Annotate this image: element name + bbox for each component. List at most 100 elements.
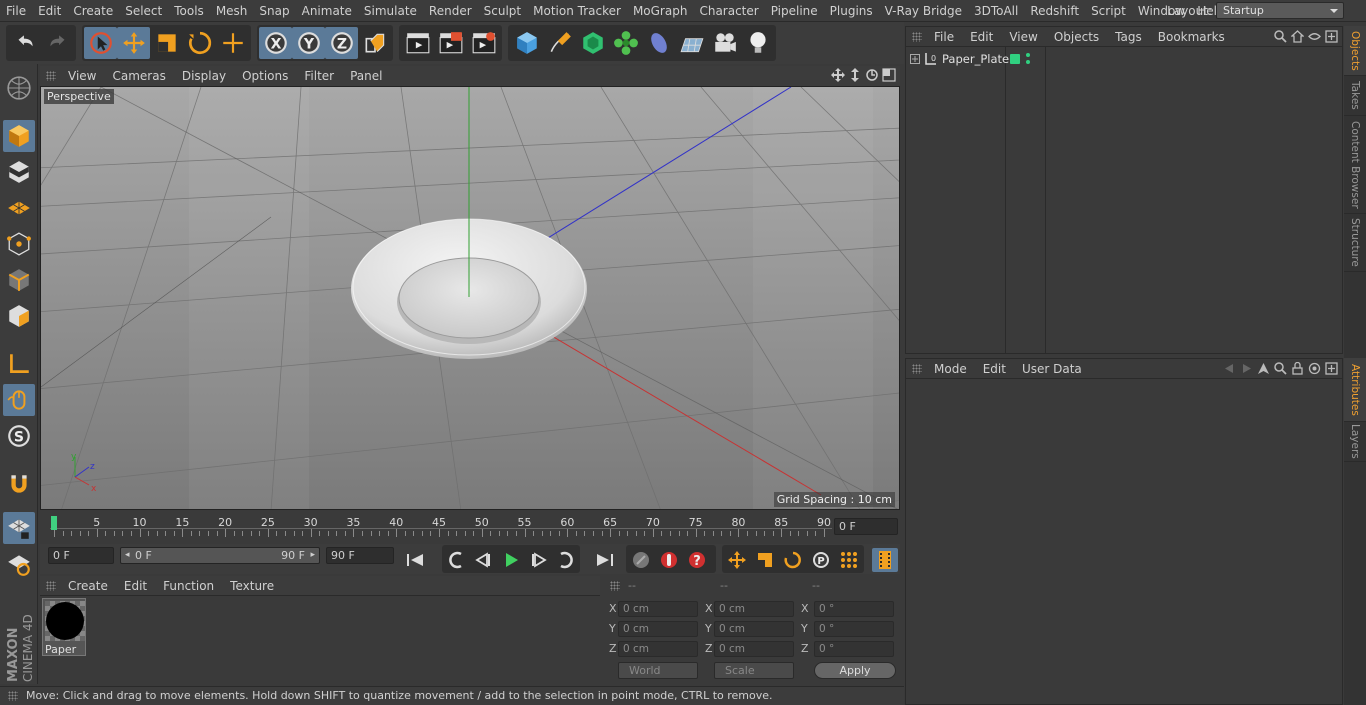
y-axis-button[interactable]: Y: [292, 27, 325, 59]
move-tool-button[interactable]: [117, 27, 150, 59]
editor-visibility-dot[interactable]: [1026, 53, 1030, 57]
object-grip[interactable]: [912, 32, 922, 42]
back-icon[interactable]: [1308, 30, 1321, 43]
floor-button[interactable]: [675, 27, 708, 59]
size-y-field[interactable]: 0 cm: [714, 621, 794, 637]
pen-button[interactable]: [543, 27, 576, 59]
menu-animate[interactable]: Animate: [296, 4, 358, 18]
scale-tool-button[interactable]: [150, 27, 183, 59]
x-axis-button[interactable]: X: [259, 27, 292, 59]
size-x-field[interactable]: 0 cm: [714, 601, 794, 617]
viewport-menu-options[interactable]: Options: [234, 69, 296, 83]
material-menu-function[interactable]: Function: [155, 579, 222, 593]
object-menu-file[interactable]: File: [926, 30, 962, 44]
key-position-button[interactable]: [724, 548, 750, 572]
viewport-menu-view[interactable]: View: [60, 69, 104, 83]
undo-button[interactable]: [8, 27, 41, 59]
menu-create[interactable]: Create: [67, 4, 119, 18]
viewport-menu-panel[interactable]: Panel: [342, 69, 390, 83]
menu-tools[interactable]: Tools: [168, 4, 210, 18]
viewport-camera-label[interactable]: Perspective: [44, 89, 114, 104]
object-menu-tags[interactable]: Tags: [1107, 30, 1150, 44]
zoom-icon[interactable]: [848, 68, 862, 82]
make-editable-button[interactable]: [3, 72, 35, 104]
menu-plugins[interactable]: Plugins: [824, 4, 879, 18]
timeline-ruler[interactable]: 051015202530354045505560657075808590 0 F: [40, 512, 900, 544]
history-arrows-icon[interactable]: [1223, 362, 1253, 375]
new-window-icon[interactable]: [1325, 362, 1338, 375]
coordinates-grip[interactable]: [610, 581, 620, 591]
menu-snap[interactable]: Snap: [253, 4, 295, 18]
axis-mode-button[interactable]: [3, 348, 35, 380]
menu-edit[interactable]: Edit: [32, 4, 67, 18]
search-icon[interactable]: [1274, 362, 1287, 375]
goto-start-button[interactable]: [402, 548, 428, 572]
key-scale-button[interactable]: [752, 548, 778, 572]
new-window-icon[interactable]: [1325, 30, 1338, 43]
previous-key-button[interactable]: [442, 548, 468, 572]
play-forward-button[interactable]: [498, 548, 524, 572]
workplane-lock-button[interactable]: [3, 512, 35, 544]
material-menu-texture[interactable]: Texture: [222, 579, 282, 593]
menu-character[interactable]: Character: [693, 4, 764, 18]
layout-select[interactable]: Startup: [1216, 2, 1344, 19]
key-rotation-button[interactable]: [780, 548, 806, 572]
material-menu-create[interactable]: Create: [60, 579, 116, 593]
start-frame-field[interactable]: 0 F: [48, 547, 114, 564]
render-visibility-dot[interactable]: [1026, 60, 1030, 64]
last-tool-button[interactable]: [216, 27, 249, 59]
orbit-icon[interactable]: [865, 68, 879, 82]
timeline-track[interactable]: 051015202530354045505560657075808590: [50, 516, 832, 540]
rotate-tool-button[interactable]: [183, 27, 216, 59]
render-view-button[interactable]: [401, 27, 434, 59]
maximize-view-icon[interactable]: [882, 68, 896, 82]
texture-mode-button[interactable]: [3, 156, 35, 188]
key-pla-button[interactable]: [836, 548, 862, 572]
playhead-marker[interactable]: [51, 516, 57, 530]
menu-mograph[interactable]: MoGraph: [627, 4, 694, 18]
subdivision-button[interactable]: [576, 27, 609, 59]
redo-button[interactable]: [41, 27, 74, 59]
previous-frame-button[interactable]: [470, 548, 496, 572]
menu-motion-tracker[interactable]: Motion Tracker: [527, 4, 627, 18]
object-menu-view[interactable]: View: [1001, 30, 1045, 44]
polygons-mode-button[interactable]: [3, 300, 35, 332]
next-key-button[interactable]: [554, 548, 580, 572]
menu-pipeline[interactable]: Pipeline: [765, 4, 824, 18]
object-row[interactable]: 0 Paper_Plate: [906, 51, 1342, 69]
deformer-button[interactable]: [642, 27, 675, 59]
menu-file[interactable]: File: [0, 4, 32, 18]
home-icon[interactable]: [1291, 30, 1304, 43]
menu-simulate[interactable]: Simulate: [358, 4, 423, 18]
object-menu-objects[interactable]: Objects: [1046, 30, 1107, 44]
viewport-menu-display[interactable]: Display: [174, 69, 234, 83]
coordinate-mode-select[interactable]: World: [618, 662, 698, 679]
expand-icon[interactable]: [910, 54, 920, 64]
menu-mesh[interactable]: Mesh: [210, 4, 254, 18]
key-parameter-button[interactable]: P: [808, 548, 834, 572]
edges-mode-button[interactable]: [3, 264, 35, 296]
z-axis-button[interactable]: Z: [325, 27, 358, 59]
rot-y-field[interactable]: 0 °: [814, 621, 894, 637]
apply-button[interactable]: Apply: [814, 662, 896, 679]
autokey-help-button[interactable]: ?: [684, 548, 710, 572]
menu-select[interactable]: Select: [119, 4, 168, 18]
viewport-perspective[interactable]: y z x Perspective Grid Spacing : 10 cm: [40, 86, 900, 510]
goto-end-button[interactable]: [592, 548, 618, 572]
tab-structure[interactable]: Structure: [1344, 214, 1366, 272]
rot-x-field[interactable]: 0 °: [814, 601, 894, 617]
pos-x-field[interactable]: 0 cm: [618, 601, 698, 617]
layer-color-tag[interactable]: [1010, 54, 1020, 64]
material-menu-edit[interactable]: Edit: [116, 579, 155, 593]
size-mode-select[interactable]: Scale: [714, 662, 794, 679]
end-frame-field[interactable]: 90 F: [326, 547, 394, 564]
lock-icon[interactable]: [1291, 362, 1304, 375]
tab-layers[interactable]: Layers: [1344, 422, 1366, 462]
search-icon[interactable]: [1274, 30, 1287, 43]
record-position-button[interactable]: [628, 548, 654, 572]
attribute-menu-edit[interactable]: Edit: [975, 362, 1014, 376]
target-icon[interactable]: [1308, 362, 1321, 375]
coordinate-system-button[interactable]: [358, 27, 391, 59]
render-picture-viewer-button[interactable]: [434, 27, 467, 59]
menu-sculpt[interactable]: Sculpt: [478, 4, 527, 18]
